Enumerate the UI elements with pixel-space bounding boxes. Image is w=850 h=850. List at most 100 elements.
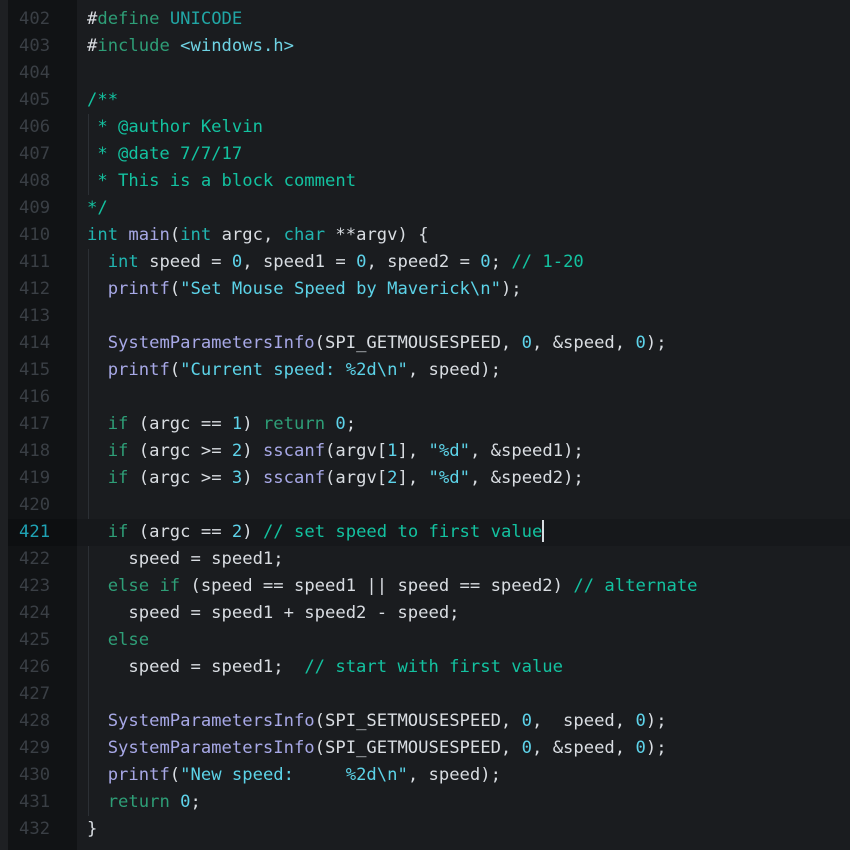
token-type: int xyxy=(107,252,139,272)
line-number[interactable]: 424 xyxy=(8,600,77,627)
line-number[interactable]: 402 xyxy=(8,6,77,33)
token-num: 2 xyxy=(231,522,243,542)
token-id xyxy=(87,765,108,785)
code-line[interactable]: #define UNICODE xyxy=(77,6,850,33)
code-line[interactable]: #include <windows.h> xyxy=(77,33,850,60)
token-id: , &speed, xyxy=(532,333,636,353)
token-id: (speed == speed1 || speed == speed2) xyxy=(180,576,574,596)
token-id: (SPI_SETMOUSESPEED, xyxy=(314,711,522,731)
code-line[interactable]: SystemParametersInfo(SPI_SETMOUSESPEED, … xyxy=(77,708,850,735)
line-number[interactable]: 423 xyxy=(8,573,77,600)
token-cm: * @date 7/7/17 xyxy=(87,144,243,164)
code-line[interactable]: /** xyxy=(77,87,850,114)
token-id: (argc == xyxy=(128,522,232,542)
token-fn: SystemParametersInfo xyxy=(107,711,315,731)
code-line[interactable]: SystemParametersInfo(SPI_GETMOUSESPEED, … xyxy=(77,330,850,357)
code-line[interactable]: if (argc >= 2) sscanf(argv[1], "%d", &sp… xyxy=(77,438,850,465)
code-line[interactable]: else xyxy=(77,627,850,654)
code-line[interactable]: int speed = 0, speed1 = 0, speed2 = 0; /… xyxy=(77,249,850,276)
line-number[interactable]: 431 xyxy=(8,789,77,816)
line-number[interactable]: 404 xyxy=(8,60,77,87)
code-line[interactable]: int main(int argc, char **argv) { xyxy=(77,222,850,249)
token-id xyxy=(87,522,108,542)
token-num: 0 xyxy=(635,333,646,353)
line-number[interactable]: 408 xyxy=(8,168,77,195)
code-line[interactable]: speed = speed1; xyxy=(77,546,850,573)
line-number[interactable]: 429 xyxy=(8,735,77,762)
code-area[interactable]: #define UNICODE #include <windows.h> /** *… xyxy=(77,0,850,850)
code-line[interactable]: * @author Kelvin xyxy=(77,114,850,141)
line-number[interactable]: 432 xyxy=(8,816,77,843)
line-number[interactable]: 412 xyxy=(8,276,77,303)
code-line[interactable]: speed = speed1 + speed2 - speed; xyxy=(77,600,850,627)
code-line[interactable]: printf("New speed: %2d\n", speed); xyxy=(77,762,850,789)
token-id: **argv) { xyxy=(325,225,429,245)
line-number[interactable]: 430 xyxy=(8,762,77,789)
token-id: ); xyxy=(500,279,522,299)
code-line[interactable]: speed = speed1; // start with first valu… xyxy=(77,654,850,681)
code-line[interactable] xyxy=(77,384,850,411)
code-line[interactable] xyxy=(77,60,850,87)
token-str: "Set Mouse Speed by Maverick\n" xyxy=(180,279,501,299)
token-id: speed = speed1 + speed2 - speed; xyxy=(87,603,460,623)
code-line[interactable]: * @date 7/7/17 xyxy=(77,141,850,168)
code-line[interactable]: printf("Current speed: %2d\n", speed); xyxy=(77,357,850,384)
line-number[interactable]: 413 xyxy=(8,303,77,330)
editor-left-edge xyxy=(0,0,8,850)
token-cm: // alternate xyxy=(573,576,698,596)
line-number[interactable]: 422 xyxy=(8,546,77,573)
code-line[interactable]: printf("Set Mouse Speed by Maverick\n"); xyxy=(77,276,850,303)
token-id: , speed2 = xyxy=(366,252,481,272)
line-number[interactable]: 417 xyxy=(8,411,77,438)
code-line[interactable] xyxy=(77,492,850,519)
line-number[interactable]: 420 xyxy=(8,492,77,519)
line-number[interactable]: 403 xyxy=(8,33,77,60)
token-fn: printf xyxy=(107,279,170,299)
code-editor: 402 403 404 405 406 407 408 409 410 411 412 413 414 4… xyxy=(0,0,850,850)
token-type: int xyxy=(87,225,119,245)
active-code-line[interactable]: if (argc == 2) // set speed to first val… xyxy=(77,519,850,546)
line-number[interactable]: 407 xyxy=(8,141,77,168)
line-number[interactable]: 411 xyxy=(8,249,77,276)
token-id: ( xyxy=(169,765,181,785)
line-number[interactable]: 416 xyxy=(8,384,77,411)
line-number[interactable]: 406 xyxy=(8,114,77,141)
line-number[interactable]: 405 xyxy=(8,87,77,114)
line-number[interactable]: 414 xyxy=(8,330,77,357)
code-line[interactable] xyxy=(77,303,850,330)
line-number[interactable]: 426 xyxy=(8,654,77,681)
token-id: (SPI_GETMOUSESPEED, xyxy=(314,333,522,353)
line-number[interactable]: 427 xyxy=(8,681,77,708)
code-line[interactable]: */ xyxy=(77,195,850,222)
line-number[interactable]: 410 xyxy=(8,222,77,249)
token-id: ], xyxy=(397,468,429,488)
token-num: 0 xyxy=(180,792,191,812)
code-line[interactable]: if (argc == 1) return 0; xyxy=(77,411,850,438)
line-number[interactable]: 419 xyxy=(8,465,77,492)
line-number[interactable]: 428 xyxy=(8,708,77,735)
line-number[interactable]: 421 xyxy=(8,519,77,546)
code-line[interactable]: return 0; xyxy=(77,789,850,816)
token-id xyxy=(87,468,108,488)
code-line[interactable]: if (argc >= 3) sscanf(argv[2], "%d", &sp… xyxy=(77,465,850,492)
code-line[interactable]: else if (speed == speed1 || speed == spe… xyxy=(77,573,850,600)
token-id: (argc >= xyxy=(128,441,232,461)
token-id: (argc == xyxy=(128,414,232,434)
line-number[interactable]: 418 xyxy=(8,438,77,465)
code-line[interactable]: SystemParametersInfo(SPI_GETMOUSESPEED, … xyxy=(77,735,850,762)
line-number[interactable]: 425 xyxy=(8,627,77,654)
token-id: ) xyxy=(242,414,263,434)
line-number-gutter[interactable]: 402 403 404 405 406 407 408 409 410 411 412 413 414 4… xyxy=(8,0,77,850)
line-number[interactable]: 409 xyxy=(8,195,77,222)
code-line[interactable]: * This is a block comment xyxy=(77,168,850,195)
code-line[interactable] xyxy=(77,681,850,708)
token-id xyxy=(170,36,180,56)
token-id: (argv[ xyxy=(325,468,388,488)
token-id xyxy=(87,711,108,731)
code-line[interactable]: } xyxy=(77,816,850,843)
token-id xyxy=(159,9,169,29)
token-str: "Current speed: %2d\n" xyxy=(180,360,408,380)
token-id: (argc >= xyxy=(128,468,232,488)
line-number[interactable]: 415 xyxy=(8,357,77,384)
token-num: 0 xyxy=(521,711,532,731)
